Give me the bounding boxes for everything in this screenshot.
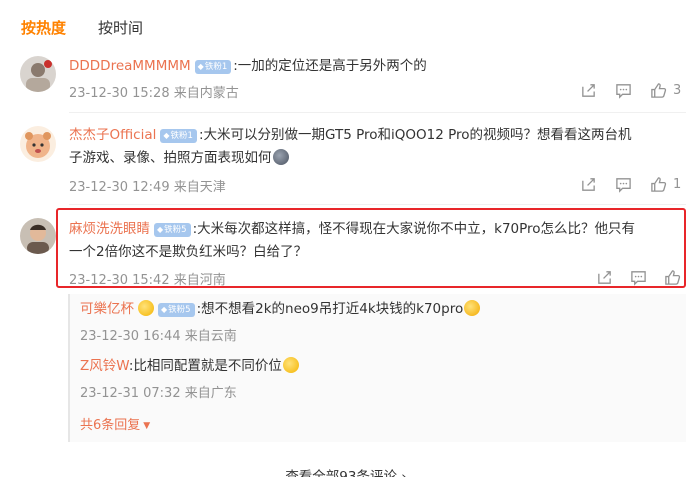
like-button[interactable]: 1 [650,176,681,193]
more-replies-button[interactable]: 共6条回复 ▼ [80,414,150,433]
comment-body: 一个2倍你这不是欺负红米吗？白给了？ [69,244,308,260]
like-button[interactable]: 3 [650,82,681,99]
like-count: 1 [673,177,682,192]
fan-badge-label: 铁粉5 [168,305,191,315]
reply-location: 来自云南 [184,329,237,344]
avatar[interactable] [20,56,56,92]
like-icon [665,270,681,285]
emoji-icon [272,149,289,165]
emoji-icon [464,300,481,316]
like-count: 3 [673,83,682,98]
like-button[interactable] [664,269,681,286]
diamond-icon: ◆ [157,225,164,234]
comment-button[interactable] [615,176,632,193]
comment-meta: 23-12-30 15:42 来自河南 [69,269,226,288]
view-all-comments-link[interactable]: 查看全部93条评论 › [0,465,692,477]
share-icon [582,84,595,97]
reply-meta: 23-12-30 16:44 来自云南 [80,325,237,344]
comment-body: 子游戏、录像、拍照方面表现如何 [69,150,272,166]
comment-icon [631,271,646,286]
reply-text: 可樂亿杯 ◆铁粉5:想不想看2k的neo9吊打近4k块钱的k70pro [80,298,481,320]
comment-location: 来自河南 [173,273,226,288]
comment-location: 来自天津 [173,180,226,195]
comment-meta: 23-12-30 15:28 来自内蒙古 [69,82,239,101]
fan-badge: ◆铁粉1 [160,129,197,143]
comment-username[interactable]: 麻烦洗洗眼睛 [69,221,150,237]
comment-body: :大米每次都这样搞，怪不得现在大家说你不中立，k70Pro怎么比？他只有 [192,221,636,237]
reply-username[interactable]: 可樂亿杯 [80,301,134,317]
reply-username[interactable]: Z风铃W [80,358,129,374]
reply-body: :想不想看2k的neo9吊打近4k块钱的k70pro [196,301,464,317]
share-button[interactable] [596,269,613,286]
emoji-icon [282,357,299,373]
avatar[interactable] [20,218,56,254]
comment-time: 23-12-30 15:42 [69,273,170,288]
divider [69,204,686,205]
reply-text: Z风铃W:比相同配置就是不同价位 [80,355,299,377]
comment-icon [616,178,631,193]
comment-text: 麻烦洗洗眼睛 ◆铁粉5:大米每次都这样搞，怪不得现在大家说你不中立，k70Pro怎… [69,218,635,240]
comment-time: 23-12-30 15:28 [69,86,170,101]
reply-location: 来自广东 [184,386,237,401]
tab-sort-time[interactable]: 按时间 [98,17,143,38]
comment-text-cont: 一个2倍你这不是欺负红米吗？白给了？ [69,241,307,263]
comment-body: :一加的定位还是高于另外两个的 [233,58,427,74]
reply-body: :比相同配置就是不同价位 [128,358,282,374]
comment-actions: 3 [580,82,681,99]
fan-badge: ◆铁粉5 [154,223,191,237]
more-replies-label: 共6条回复 [80,418,141,433]
comment-time: 23-12-30 12:49 [69,180,170,195]
comment-actions [596,269,681,286]
share-icon [598,271,611,284]
like-icon [651,177,667,192]
fan-badge-label: 铁粉5 [164,225,187,235]
comment-icon [616,84,631,99]
sort-tabs: 按热度 按时间 [21,17,143,38]
emoji-icon [138,300,154,316]
share-button[interactable] [580,82,597,99]
fan-badge: ◆铁粉5 [158,303,195,317]
comment-text-cont: 子游戏、录像、拍照方面表现如何 [69,147,289,169]
comment-text: 杰杰子Official ◆铁粉1:大米可以分别做一期GT5 Pro和iQOO12 … [69,124,632,146]
like-icon [651,83,667,98]
replies-bar [68,294,70,442]
diamond-icon: ◆ [197,62,204,71]
divider [69,112,686,113]
share-icon [582,178,595,191]
comment-body: :大米可以分别做一期GT5 Pro和iQOO12 Pro的视频吗？想看看这两台机 [198,127,632,143]
comment-username[interactable]: DDDDreaMMMMM [69,58,191,74]
tab-sort-hot[interactable]: 按热度 [21,17,66,38]
fan-badge-label: 铁粉1 [170,131,193,141]
reply-time: 23-12-30 16:44 [80,329,181,344]
comment-text: DDDDreaMMMMM ◆铁粉1:一加的定位还是高于另外两个的 [69,55,427,77]
share-button[interactable] [580,176,597,193]
fan-badge-label: 铁粉1 [204,62,228,72]
diamond-icon: ◆ [161,305,168,314]
diamond-icon: ◆ [163,131,170,140]
avatar[interactable] [20,126,56,162]
comment-actions: 1 [580,176,681,193]
comment-button[interactable] [615,82,632,99]
reply-time: 23-12-31 07:32 [80,386,181,401]
comment-meta: 23-12-30 12:49 来自天津 [69,176,226,195]
reply-meta: 23-12-31 07:32 来自广东 [80,382,237,401]
fan-badge: ◆铁粉1 [194,60,232,74]
caret-down-icon: ▼ [143,421,151,431]
comment-button[interactable] [630,269,647,286]
comment-username[interactable]: 杰杰子Official [69,127,156,143]
comment-location: 来自内蒙古 [173,86,239,101]
